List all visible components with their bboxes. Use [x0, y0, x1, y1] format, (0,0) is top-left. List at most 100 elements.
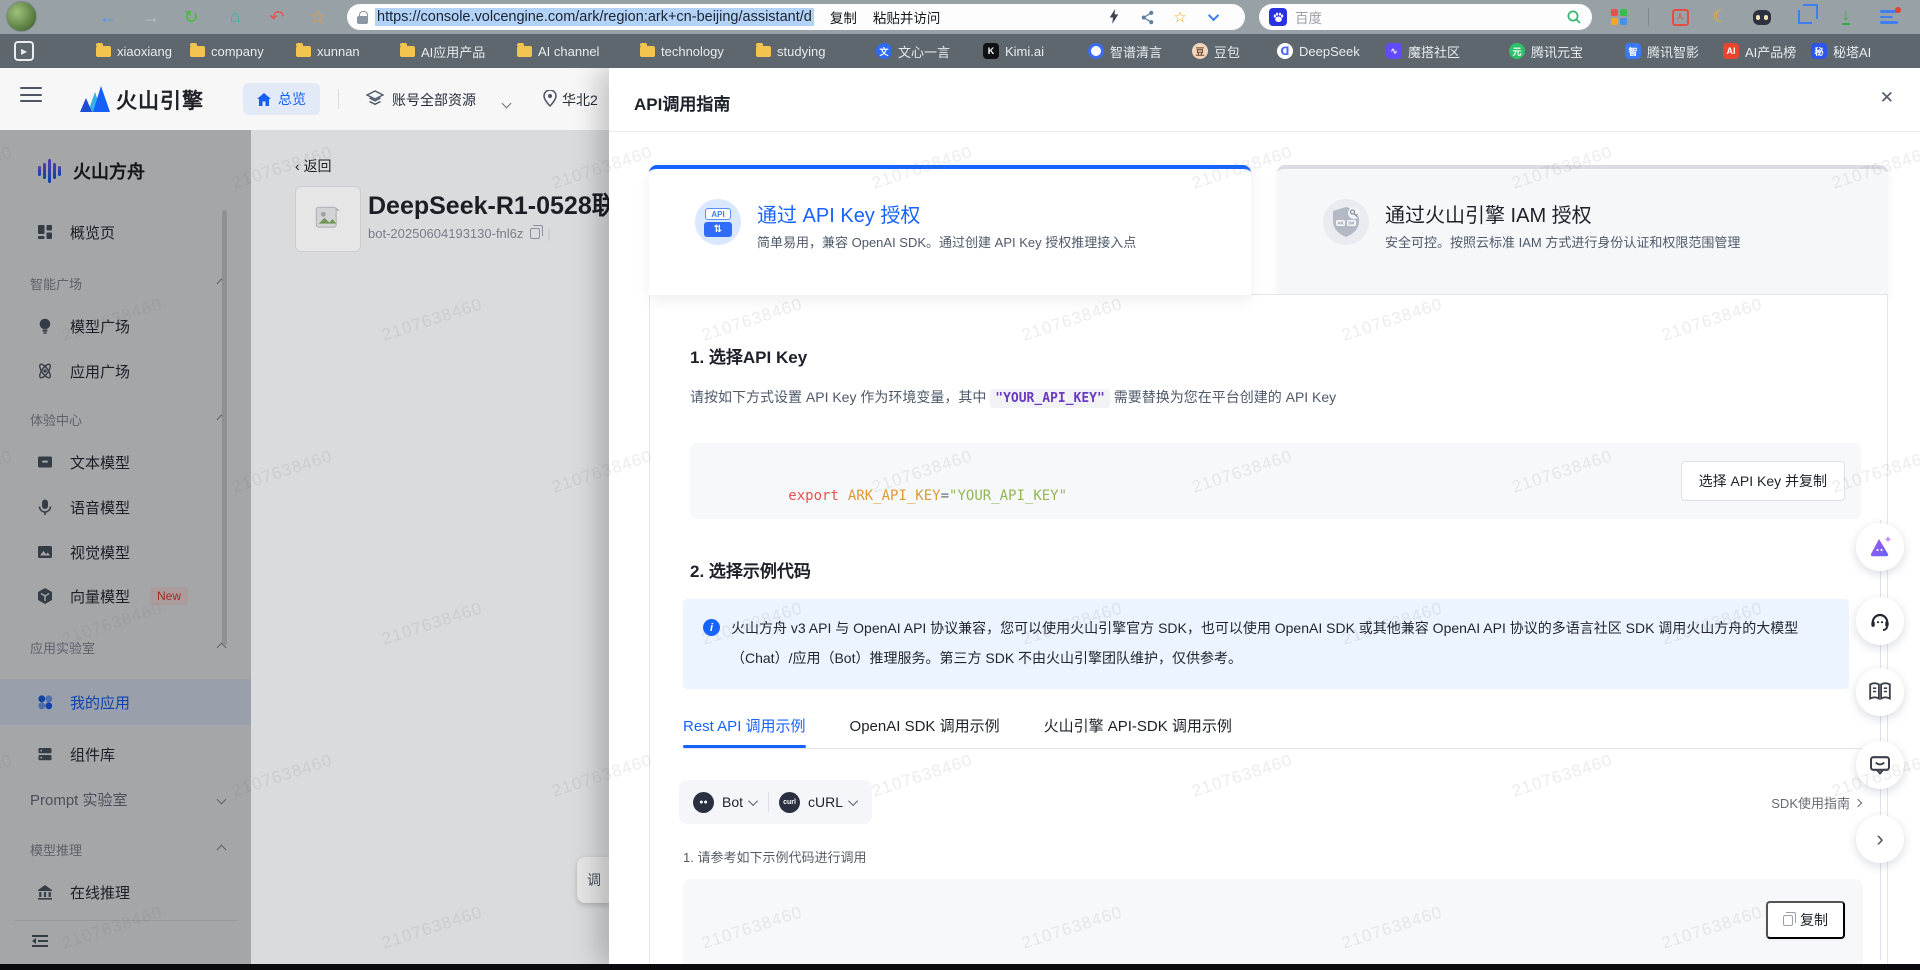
- sidebar-item-vector-model[interactable]: 向量模型 New: [0, 576, 251, 616]
- collapse-sidebar-icon[interactable]: [30, 932, 50, 950]
- bookmark-item[interactable]: AI channel: [517, 34, 599, 68]
- bookmark-item[interactable]: ∿ 魔搭社区: [1386, 34, 1460, 68]
- screenshot-crop-icon[interactable]: [1790, 0, 1820, 34]
- bookmark-item[interactable]: K Kimi.ai: [983, 34, 1044, 68]
- assistant-robot-icon[interactable]: [1747, 0, 1777, 34]
- bookmark-item[interactable]: studying: [756, 34, 825, 68]
- pdf-icon[interactable]: 人: [1665, 0, 1695, 34]
- sidebar: 火山方舟 概览页 智能广场 模型广场 应用广场 体验中心 文本模型 语音模型 视…: [0, 130, 251, 964]
- sidebar-item-speech-model[interactable]: 语音模型: [0, 487, 251, 527]
- apps-grid-icon[interactable]: [1604, 0, 1634, 34]
- url-text[interactable]: https://console.volcengine.com/ark/regio…: [375, 8, 814, 26]
- chevron-down-icon: [216, 794, 227, 804]
- sdk-guide-link[interactable]: SDK使用指南: [1771, 793, 1863, 812]
- sidebar-item-vision-model[interactable]: 视觉模型: [0, 532, 251, 572]
- atom-icon: [36, 362, 54, 380]
- resources-chevron-down-icon[interactable]: [501, 94, 512, 112]
- bookmark-item[interactable]: company: [190, 34, 264, 68]
- tab-openai-sdk[interactable]: OpenAI SDK 调用示例: [850, 707, 1000, 748]
- support-fab[interactable]: [1856, 597, 1904, 645]
- overview-button[interactable]: 总览: [243, 83, 320, 115]
- url-copy-button[interactable]: 复制: [830, 7, 857, 27]
- url-paste-go-button[interactable]: 粘贴并访问: [873, 7, 941, 27]
- bookmark-star-icon[interactable]: ☆: [1168, 4, 1192, 30]
- book-icon: [1869, 682, 1891, 701]
- browser-menu-icon[interactable]: [1874, 0, 1904, 34]
- share-icon[interactable]: [1135, 4, 1159, 30]
- bookmark-item[interactable]: ᗡ DeepSeek: [1277, 34, 1360, 68]
- sidebar-group-plaza[interactable]: 智能广场: [0, 266, 251, 300]
- language-select[interactable]: curl cURL: [779, 791, 859, 813]
- docs-fab[interactable]: [1856, 668, 1904, 716]
- console-menu-icon[interactable]: [20, 87, 42, 103]
- copy-icon[interactable]: [530, 225, 544, 239]
- account-resources-select[interactable]: 账号全部资源: [392, 90, 476, 110]
- debug-panel-fragment[interactable]: 调: [577, 857, 611, 903]
- new-badge: New: [150, 587, 189, 605]
- sidebar-group-app-lab[interactable]: 应用实验室: [0, 630, 251, 664]
- vector-model-icon: [36, 587, 54, 605]
- copy-code-button[interactable]: 复制: [1766, 901, 1845, 939]
- url-chevron-down-icon[interactable]: [1203, 4, 1227, 30]
- ai-assistant-fab[interactable]: [1856, 523, 1904, 571]
- chevron-right-icon: ›: [1876, 826, 1884, 851]
- favorites-star-icon[interactable]: ☆: [305, 0, 331, 34]
- folder-icon: [640, 42, 655, 57]
- auth-card-title: 通过火山引擎 IAM 授权: [1385, 205, 1592, 227]
- sidebar-item-overview[interactable]: 概览页: [0, 212, 251, 252]
- browser-profile-avatar[interactable]: [6, 1, 37, 32]
- bookmark-item[interactable]: 豆豆包: [1192, 34, 1240, 68]
- download-icon[interactable]: ↓: [1831, 0, 1861, 34]
- bot-id: bot-20250604193130-fnl6z |: [368, 225, 551, 241]
- bookmark-item[interactable]: 秘秘塔AI: [1811, 34, 1871, 68]
- sidebar-group-experience[interactable]: 体验中心: [0, 402, 251, 436]
- select-api-key-button[interactable]: 选择 API Key 并复制: [1680, 461, 1845, 501]
- back-link[interactable]: ‹ 返回: [295, 156, 332, 176]
- close-icon[interactable]: ✕: [1880, 88, 1894, 108]
- back-icon[interactable]: ←: [95, 0, 121, 34]
- collapse-fabs-button[interactable]: ›: [1856, 815, 1904, 863]
- tab-rest-api[interactable]: Rest API 调用示例: [683, 707, 806, 748]
- sidebar-group-inference[interactable]: 模型推理: [0, 832, 251, 866]
- sidebar-scrollbar[interactable]: [222, 210, 227, 645]
- bookmark-item[interactable]: xunnan: [296, 34, 360, 68]
- code-step-note: 1. 请参考如下示例代码进行调用: [683, 850, 867, 865]
- sidebar-item-online-inference[interactable]: 在线推理: [0, 872, 251, 912]
- auth-card-api-key[interactable]: API ⇅ 通过 API Key 授权 简单易用，兼容 OpenAI SDK。通过…: [649, 165, 1251, 295]
- region-select[interactable]: 华北2: [562, 90, 598, 110]
- sidebar-panel-icon[interactable]: ▸: [14, 41, 34, 61]
- lightning-icon[interactable]: [1102, 4, 1126, 30]
- bookmark-item[interactable]: 智谱清言: [1088, 34, 1162, 68]
- code-variable: ARK_API_KEY: [847, 488, 941, 504]
- sidebar-item-my-apps[interactable]: 我的应用: [0, 679, 251, 725]
- bookmark-item[interactable]: 智腾讯智影: [1625, 34, 1699, 68]
- bookmark-item[interactable]: 文文心一言: [876, 34, 950, 68]
- forward-icon[interactable]: →: [138, 0, 164, 34]
- night-mode-icon[interactable]: ☾: [1705, 0, 1735, 34]
- sidebar-item-model-plaza[interactable]: 模型广场: [0, 306, 251, 346]
- bookmark-label: xiaoxiang: [117, 43, 172, 59]
- auth-card-desc: 安全可控。按照云标准 IAM 方式进行身份认证和权限范围管理: [1385, 235, 1741, 250]
- bookmark-item[interactable]: AI AI产品榜: [1723, 34, 1796, 68]
- sidebar-item-text-model[interactable]: 文本模型: [0, 442, 251, 482]
- home-icon[interactable]: ⌂: [222, 0, 248, 34]
- bookmark-item[interactable]: xiaoxiang: [96, 34, 172, 68]
- bookmark-label: AI产品榜: [1745, 44, 1797, 60]
- url-bar[interactable]: https://console.volcengine.com/ark/regio…: [347, 4, 1245, 30]
- auth-card-iam[interactable]: AK SK 通过火山引擎 IAM 授权 安全可控。按照云标准 IAM 方式进行身份…: [1277, 165, 1888, 295]
- bookmark-item[interactable]: technology: [640, 34, 724, 68]
- search-placeholder[interactable]: 百度: [1295, 7, 1322, 27]
- bookmark-item[interactable]: AI应用产品: [400, 34, 485, 68]
- feedback-fab[interactable]: [1856, 741, 1904, 789]
- reload-icon[interactable]: ↻: [178, 0, 204, 34]
- tab-volc-api-sdk[interactable]: 火山引擎 API-SDK 调用示例: [1044, 707, 1232, 748]
- drawer-title: API调用指南: [634, 95, 731, 114]
- search-icon[interactable]: [1566, 9, 1582, 25]
- sidebar-item-components[interactable]: 组件库: [0, 734, 251, 774]
- sidebar-item-app-plaza[interactable]: 应用广场: [0, 351, 251, 391]
- undo-icon[interactable]: ↶: [264, 0, 290, 34]
- search-box[interactable]: 百度: [1259, 4, 1592, 30]
- sidebar-group-prompt-lab[interactable]: Prompt 实验室: [0, 782, 251, 816]
- bookmark-item[interactable]: 元腾讯元宝: [1509, 34, 1583, 68]
- target-select[interactable]: ●● Bot: [693, 791, 759, 813]
